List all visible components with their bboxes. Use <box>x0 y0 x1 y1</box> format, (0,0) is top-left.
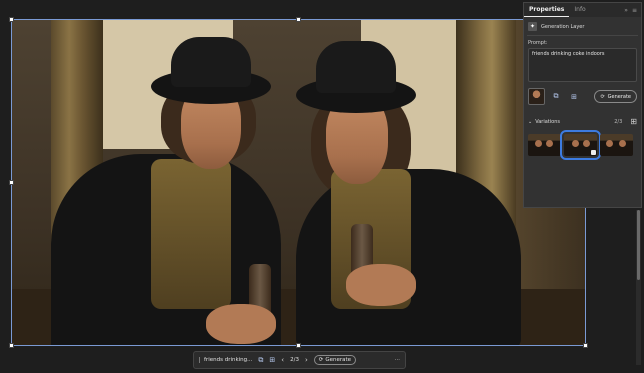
resize-handle-bottom-left[interactable] <box>9 343 14 348</box>
variations-counter: 2/3 <box>614 118 623 125</box>
generation-layer-icon: ✦ <box>528 22 537 31</box>
generation-settings-icon[interactable]: ⊞ <box>567 90 581 104</box>
variations-list <box>524 130 641 160</box>
prompt-label: Prompt: <box>528 40 548 46</box>
panel-header: Properties Info » ≡ <box>524 3 641 17</box>
chevron-down-icon[interactable]: ⌄ <box>528 119 532 125</box>
prompt-input[interactable]: friends drinking coke indoors <box>528 48 637 82</box>
chevron-left-icon[interactable]: ‹ <box>281 356 284 364</box>
panel-header-icons: » ≡ <box>624 7 641 14</box>
properties-panel: Properties Info » ≡ ✦ Generation Layer P… <box>523 2 642 208</box>
generate-icon: ⟳ <box>318 357 324 363</box>
resize-handle-top-center[interactable] <box>296 17 301 22</box>
layer-type-label: Generation Layer <box>541 23 585 30</box>
generation-settings-icon[interactable]: ⊞ <box>269 356 275 364</box>
reference-image-thumbnail[interactable] <box>528 88 545 105</box>
variation-thumbnail-1[interactable] <box>528 134 561 156</box>
variations-header[interactable]: ⌄ Variations 2/3 ⊞ <box>524 105 641 130</box>
photoshop-workspace: Properties Info » ≡ ✦ Generation Layer P… <box>0 0 644 373</box>
variations-label: Variations <box>535 118 560 125</box>
task-bar-generate-label: Generate <box>325 357 352 363</box>
task-bar-prompt[interactable]: friends drinking... <box>199 357 252 363</box>
scrollbar-thumb[interactable] <box>637 210 640 280</box>
tab-properties[interactable]: Properties <box>524 3 570 17</box>
selection-bounding-box[interactable] <box>11 19 586 346</box>
resize-handle-bottom-center[interactable] <box>296 343 301 348</box>
task-bar-generate-button[interactable]: ⟳ Generate <box>313 355 357 365</box>
tab-info[interactable]: Info <box>569 3 590 17</box>
reference-image-icon[interactable]: ⧉ <box>258 356 263 365</box>
chevron-right-icon[interactable]: › <box>305 356 308 364</box>
reference-image-icon[interactable]: ⧉ <box>549 90 563 104</box>
generate-button-label: Generate <box>607 93 631 100</box>
resize-handle-bottom-right[interactable] <box>583 343 588 348</box>
generate-button[interactable]: ⟳ Generate <box>594 90 637 103</box>
layer-info-row: ✦ Generation Layer <box>524 17 641 35</box>
vertical-scrollbar[interactable] <box>636 210 641 365</box>
generate-row: ⧉ ⊞ ⟳ Generate <box>524 82 641 105</box>
variation-thumbnail-2[interactable] <box>560 130 601 160</box>
panel-menu-icon[interactable]: ≡ <box>632 7 637 14</box>
double-chevron-right-icon[interactable]: » <box>624 7 628 14</box>
more-options-icon[interactable]: ··· <box>395 357 400 363</box>
resize-handle-middle-left[interactable] <box>9 180 14 185</box>
variation-thumbnail-3[interactable] <box>600 134 633 156</box>
resize-handle-top-left[interactable] <box>9 17 14 22</box>
task-bar-counter: 2/3 <box>290 357 299 363</box>
generate-icon: ⟳ <box>600 93 605 100</box>
variation-options-icon[interactable] <box>591 150 596 155</box>
grid-view-icon[interactable]: ⊞ <box>630 117 637 126</box>
contextual-task-bar: friends drinking... ⧉ ⊞ ‹ 2/3 › ⟳ Genera… <box>193 351 406 369</box>
